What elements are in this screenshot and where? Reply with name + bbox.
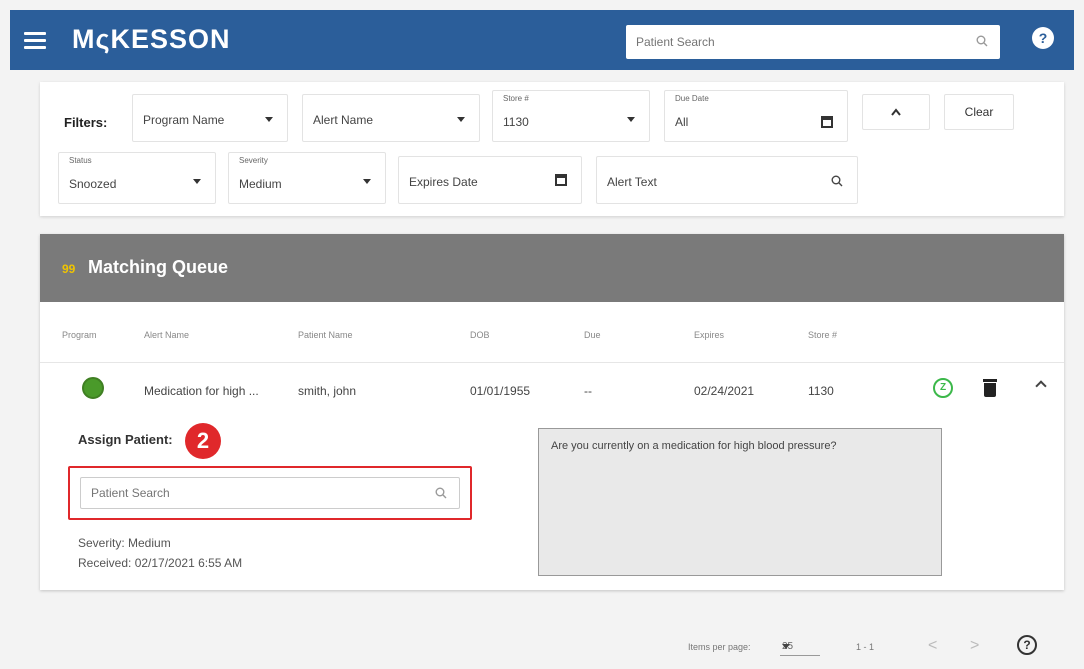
program-icon [82, 377, 104, 399]
due-date-value: All [675, 115, 689, 129]
status-value: Snoozed [69, 177, 117, 191]
step-badge: 2 [185, 423, 221, 459]
column-header-dob[interactable]: DOB [470, 330, 490, 340]
assign-patient-search-input[interactable] [81, 478, 459, 508]
severity-value: Medium [239, 177, 282, 191]
assign-patient-search[interactable] [80, 477, 460, 509]
chevron-down-icon [782, 644, 790, 649]
queue-title: Matching Queue [88, 257, 229, 277]
chevron-down-icon [457, 117, 465, 122]
row-dob: 01/01/1955 [470, 384, 531, 398]
chevron-down-icon [265, 117, 273, 122]
search-icon[interactable] [435, 487, 447, 499]
matching-queue-card: 99 Matching Queue Program Alert Name Pat… [40, 234, 1064, 590]
expires-date-placeholder: Expires Date [409, 175, 478, 189]
alert-text-box: Are you currently on a medication for hi… [538, 428, 942, 576]
program-name-filter[interactable]: Program Name [132, 94, 288, 142]
calendar-icon[interactable] [821, 116, 833, 128]
assign-patient-label: Assign Patient: [78, 432, 173, 447]
column-header-alert-name[interactable]: Alert Name [144, 330, 189, 340]
program-name-value: Program Name [143, 113, 225, 127]
status-label: Status [69, 156, 92, 165]
column-header-due[interactable]: Due [584, 330, 601, 340]
search-icon[interactable] [831, 175, 843, 187]
hamburger-menu-icon[interactable] [24, 28, 46, 52]
store-value: 1130 [503, 115, 529, 129]
collapse-filters-button[interactable] [862, 94, 930, 130]
search-icon[interactable] [976, 35, 988, 47]
clear-button[interactable]: Clear [944, 94, 1014, 130]
severity-label: Severity [239, 156, 268, 165]
chevron-down-icon [363, 179, 371, 184]
row-store: 1130 [808, 384, 834, 398]
column-header-program[interactable]: Program [62, 330, 97, 340]
top-app-bar: MςKESSON ? [10, 10, 1074, 70]
filters-label: Filters: [64, 115, 108, 130]
row-due: -- [584, 384, 592, 398]
alert-name-filter[interactable]: Alert Name [302, 94, 480, 142]
calendar-icon[interactable] [555, 174, 567, 186]
column-header-patient-name[interactable]: Patient Name [298, 330, 353, 340]
trash-icon[interactable] [983, 379, 997, 397]
column-header-expires[interactable]: Expires [694, 330, 724, 340]
alert-text-filter[interactable]: Alert Text [596, 156, 858, 204]
help-icon[interactable]: ? [1032, 27, 1054, 49]
chevron-up-icon[interactable] [1035, 380, 1047, 392]
chevron-up-icon [891, 108, 901, 116]
help-icon[interactable]: ? [1017, 635, 1037, 655]
chevron-down-icon [627, 117, 635, 122]
alert-name-value: Alert Name [313, 113, 374, 127]
store-filter[interactable]: Store # 1130 [492, 90, 650, 142]
queue-header: 99 Matching Queue [40, 234, 1064, 302]
items-per-page-label: Items per page: [688, 642, 751, 652]
assign-patient-highlight [68, 466, 472, 520]
snooze-alarm-icon[interactable]: Z [933, 378, 953, 398]
received-text: Received: 02/17/2021 6:55 AM [78, 556, 243, 570]
due-date-filter[interactable]: Due Date All [664, 90, 848, 142]
column-header-store[interactable]: Store # [808, 330, 837, 340]
due-date-label: Due Date [675, 94, 709, 103]
filters-panel: Filters: Program Name Alert Name Store #… [40, 82, 1064, 216]
queue-icon: 99 [62, 262, 76, 276]
severity-text: Severity: Medium [78, 536, 171, 550]
status-filter[interactable]: Status Snoozed [58, 152, 216, 204]
severity-filter[interactable]: Severity Medium [228, 152, 386, 204]
header-divider [40, 362, 1064, 363]
row-expires: 02/24/2021 [694, 384, 755, 398]
header-patient-search-input[interactable] [626, 25, 1000, 59]
row-alert-name[interactable]: Medication for high ... [144, 384, 259, 398]
chevron-down-icon [193, 179, 201, 184]
items-per-page-select[interactable]: 25 [780, 636, 820, 656]
store-label: Store # [503, 94, 529, 103]
next-page-icon[interactable]: > [970, 637, 979, 655]
previous-page-icon[interactable]: < [928, 637, 937, 655]
expires-date-filter[interactable]: Expires Date [398, 156, 582, 204]
brand-logo: MςKESSON [72, 24, 231, 54]
header-patient-search[interactable] [626, 25, 1000, 59]
row-patient-name: smith, john [298, 384, 357, 398]
page-range: 1 - 1 [856, 642, 875, 652]
alert-text-placeholder: Alert Text [607, 175, 657, 189]
alert-text-content: Are you currently on a medication for hi… [551, 440, 837, 452]
